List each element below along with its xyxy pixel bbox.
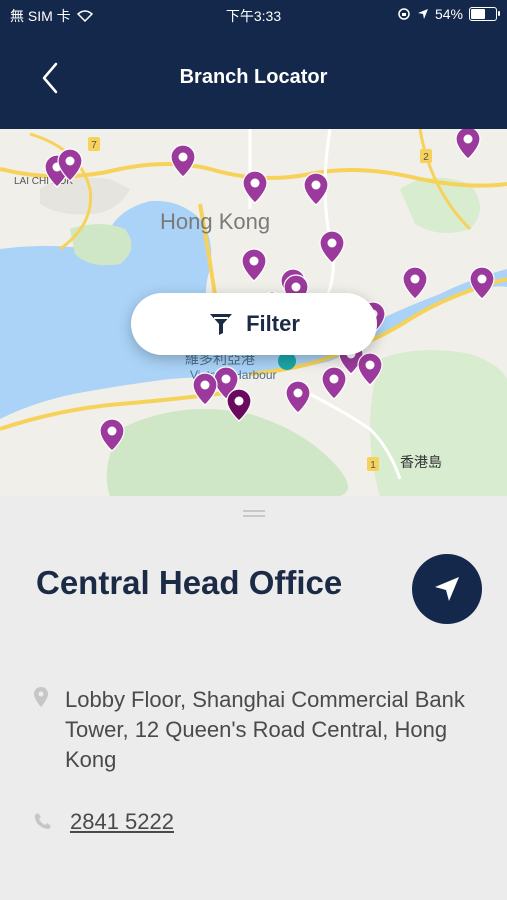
battery-percent: 54% <box>434 6 463 22</box>
svg-text:7: 7 <box>91 140 97 151</box>
branch-map[interactable]: 7 2 1 1 LAI CHI KOK Hong Kong 維多利亞港 Vict… <box>0 129 507 496</box>
location-arrow-icon <box>417 9 428 19</box>
battery-icon <box>469 7 500 21</box>
navigation-arrow-icon <box>435 577 459 601</box>
branch-address: Lobby Floor, Shanghai Commercial Bank To… <box>65 687 465 772</box>
svg-text:2: 2 <box>423 152 429 163</box>
location-pin-icon <box>34 687 48 707</box>
filter-label: Filter <box>246 311 300 336</box>
phone-icon <box>34 813 51 829</box>
branch-name: Central Head Office <box>36 564 343 601</box>
branch-details-sheet: Central Head Office Lobby Floor, Shangha… <box>0 496 507 900</box>
rotation-lock-icon <box>398 8 410 20</box>
top-bar: 無 SIM 卡 下午3:33 54% Branch Locator <box>0 0 507 129</box>
navigate-button[interactable] <box>412 554 482 624</box>
filter-button[interactable]: Filter <box>131 293 377 355</box>
page-title: Branch Locator <box>179 66 328 88</box>
branch-phone-link[interactable]: 2841 5222 <box>70 809 174 835</box>
map-label-hong-kong: Hong Kong <box>160 209 270 234</box>
map-label-hk-island: 香港島 <box>400 454 442 470</box>
drag-handle[interactable] <box>243 510 265 518</box>
status-bar: 無 SIM 卡 下午3:33 54% <box>0 0 507 30</box>
svg-text:1: 1 <box>370 460 376 471</box>
funnel-icon <box>210 314 233 335</box>
